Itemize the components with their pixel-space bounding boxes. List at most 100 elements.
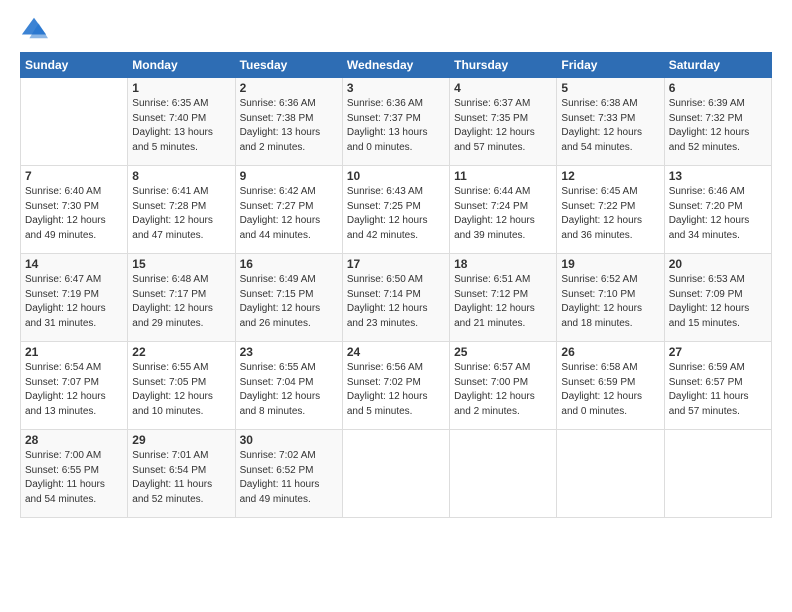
day-info: Sunrise: 6:36 AMSunset: 7:37 PMDaylight:… [347, 97, 445, 155]
calendar-cell: 24 Sunrise: 6:56 AMSunset: 7:02 PMDayligh… [342, 342, 449, 430]
calendar-cell: 27Sunrise: 6:59 AMSunset: 6:57 PMDayligh… [664, 342, 771, 430]
day-info: Sunrise: 6:58 AMSunset: 6:59 PMDaylight:… [561, 361, 659, 419]
day-info: Sunrise: 6:36 AMSunset: 7:38 PMDaylight:… [240, 97, 338, 155]
day-number: 3 [347, 81, 445, 95]
calendar-header-wednesday: Wednesday [342, 53, 449, 78]
calendar-header-sunday: Sunday [21, 53, 128, 78]
calendar-cell: 18 Sunrise: 6:51 AMSunset: 7:12 PMDayligh… [450, 254, 557, 342]
calendar-cell: 4 Sunrise: 6:37 AMSunset: 7:35 PMDaylight… [450, 78, 557, 166]
day-number: 2 [240, 81, 338, 95]
day-number: 21 [25, 345, 123, 359]
calendar-week-row: 28Sunrise: 7:00 AMSunset: 6:55 PMDayligh… [21, 430, 772, 518]
day-info: Sunrise: 6:44 AMSunset: 7:24 PMDaylight:… [454, 185, 552, 243]
calendar-cell: 10 Sunrise: 6:43 AMSunset: 7:25 PMDayligh… [342, 166, 449, 254]
calendar-cell: 11 Sunrise: 6:44 AMSunset: 7:24 PMDayligh… [450, 166, 557, 254]
calendar-table: SundayMondayTuesdayWednesdayThursdayFrid… [20, 52, 772, 518]
calendar-cell: 26 Sunrise: 6:58 AMSunset: 6:59 PMDayligh… [557, 342, 664, 430]
day-number: 10 [347, 169, 445, 183]
calendar-week-row: 7 Sunrise: 6:40 AMSunset: 7:30 PMDaylight… [21, 166, 772, 254]
day-number: 26 [561, 345, 659, 359]
day-number: 19 [561, 257, 659, 271]
day-info: Sunrise: 7:01 AMSunset: 6:54 PMDaylight:… [132, 449, 230, 507]
calendar-header-saturday: Saturday [664, 53, 771, 78]
day-info: Sunrise: 6:52 AMSunset: 7:10 PMDaylight:… [561, 273, 659, 331]
logo [20, 18, 48, 42]
calendar-cell: 3 Sunrise: 6:36 AMSunset: 7:37 PMDaylight… [342, 78, 449, 166]
day-info: Sunrise: 6:51 AMSunset: 7:12 PMDaylight:… [454, 273, 552, 331]
calendar-cell: 30 Sunrise: 7:02 AMSunset: 6:52 PMDayligh… [235, 430, 342, 518]
day-number: 13 [669, 169, 767, 183]
calendar-cell: 25 Sunrise: 6:57 AMSunset: 7:00 PMDayligh… [450, 342, 557, 430]
day-info: Sunrise: 6:56 AMSunset: 7:02 PMDaylight:… [347, 361, 445, 419]
calendar-cell: 22 Sunrise: 6:55 AMSunset: 7:05 PMDayligh… [128, 342, 235, 430]
day-number: 20 [669, 257, 767, 271]
calendar-cell: 7 Sunrise: 6:40 AMSunset: 7:30 PMDaylight… [21, 166, 128, 254]
day-info: Sunrise: 6:40 AMSunset: 7:30 PMDaylight:… [25, 185, 123, 243]
day-info: Sunrise: 6:43 AMSunset: 7:25 PMDaylight:… [347, 185, 445, 243]
day-number: 25 [454, 345, 552, 359]
day-number: 17 [347, 257, 445, 271]
day-number: 27 [669, 345, 767, 359]
day-info: Sunrise: 7:00 AMSunset: 6:55 PMDaylight:… [25, 449, 123, 507]
logo-icon [20, 14, 48, 42]
calendar-cell: 6Sunrise: 6:39 AMSunset: 7:32 PMDaylight… [664, 78, 771, 166]
calendar-cell: 12 Sunrise: 6:45 AMSunset: 7:22 PMDayligh… [557, 166, 664, 254]
calendar-header-monday: Monday [128, 53, 235, 78]
calendar-week-row: 1 Sunrise: 6:35 AMSunset: 7:40 PMDaylight… [21, 78, 772, 166]
calendar-cell [557, 430, 664, 518]
calendar-cell [342, 430, 449, 518]
calendar-cell: 15 Sunrise: 6:48 AMSunset: 7:17 PMDayligh… [128, 254, 235, 342]
calendar-cell: 17 Sunrise: 6:50 AMSunset: 7:14 PMDayligh… [342, 254, 449, 342]
day-info: Sunrise: 6:53 AMSunset: 7:09 PMDaylight:… [669, 273, 767, 331]
day-number: 12 [561, 169, 659, 183]
calendar-week-row: 21 Sunrise: 6:54 AMSunset: 7:07 PMDayligh… [21, 342, 772, 430]
calendar-cell [664, 430, 771, 518]
day-info: Sunrise: 6:49 AMSunset: 7:15 PMDaylight:… [240, 273, 338, 331]
calendar-header-friday: Friday [557, 53, 664, 78]
day-info: Sunrise: 6:42 AMSunset: 7:27 PMDaylight:… [240, 185, 338, 243]
day-number: 9 [240, 169, 338, 183]
day-info: Sunrise: 6:37 AMSunset: 7:35 PMDaylight:… [454, 97, 552, 155]
day-number: 24 [347, 345, 445, 359]
day-number: 22 [132, 345, 230, 359]
calendar-cell: 29 Sunrise: 7:01 AMSunset: 6:54 PMDayligh… [128, 430, 235, 518]
day-number: 30 [240, 433, 338, 447]
day-info: Sunrise: 7:02 AMSunset: 6:52 PMDaylight:… [240, 449, 338, 507]
day-info: Sunrise: 6:38 AMSunset: 7:33 PMDaylight:… [561, 97, 659, 155]
calendar-header-tuesday: Tuesday [235, 53, 342, 78]
day-number: 4 [454, 81, 552, 95]
day-number: 11 [454, 169, 552, 183]
day-number: 14 [25, 257, 123, 271]
day-info: Sunrise: 6:41 AMSunset: 7:28 PMDaylight:… [132, 185, 230, 243]
day-info: Sunrise: 6:57 AMSunset: 7:00 PMDaylight:… [454, 361, 552, 419]
calendar-header-thursday: Thursday [450, 53, 557, 78]
day-info: Sunrise: 6:45 AMSunset: 7:22 PMDaylight:… [561, 185, 659, 243]
day-info: Sunrise: 6:55 AMSunset: 7:05 PMDaylight:… [132, 361, 230, 419]
day-info: Sunrise: 6:48 AMSunset: 7:17 PMDaylight:… [132, 273, 230, 331]
day-number: 18 [454, 257, 552, 271]
day-info: Sunrise: 6:39 AMSunset: 7:32 PMDaylight:… [669, 97, 767, 155]
calendar-cell [21, 78, 128, 166]
day-number: 5 [561, 81, 659, 95]
calendar-cell: 5 Sunrise: 6:38 AMSunset: 7:33 PMDaylight… [557, 78, 664, 166]
day-number: 23 [240, 345, 338, 359]
calendar-week-row: 14Sunrise: 6:47 AMSunset: 7:19 PMDayligh… [21, 254, 772, 342]
calendar-cell: 16 Sunrise: 6:49 AMSunset: 7:15 PMDayligh… [235, 254, 342, 342]
day-number: 15 [132, 257, 230, 271]
day-number: 8 [132, 169, 230, 183]
day-info: Sunrise: 6:35 AMSunset: 7:40 PMDaylight:… [132, 97, 230, 155]
day-info: Sunrise: 6:46 AMSunset: 7:20 PMDaylight:… [669, 185, 767, 243]
day-number: 29 [132, 433, 230, 447]
header [20, 18, 772, 42]
day-number: 1 [132, 81, 230, 95]
calendar-cell: 21 Sunrise: 6:54 AMSunset: 7:07 PMDayligh… [21, 342, 128, 430]
day-info: Sunrise: 6:50 AMSunset: 7:14 PMDaylight:… [347, 273, 445, 331]
day-number: 7 [25, 169, 123, 183]
page: SundayMondayTuesdayWednesdayThursdayFrid… [0, 0, 792, 612]
calendar-cell: 9 Sunrise: 6:42 AMSunset: 7:27 PMDaylight… [235, 166, 342, 254]
calendar-cell: 1 Sunrise: 6:35 AMSunset: 7:40 PMDaylight… [128, 78, 235, 166]
calendar-cell: 2 Sunrise: 6:36 AMSunset: 7:38 PMDaylight… [235, 78, 342, 166]
day-number: 16 [240, 257, 338, 271]
calendar-cell: 8 Sunrise: 6:41 AMSunset: 7:28 PMDaylight… [128, 166, 235, 254]
day-info: Sunrise: 6:54 AMSunset: 7:07 PMDaylight:… [25, 361, 123, 419]
